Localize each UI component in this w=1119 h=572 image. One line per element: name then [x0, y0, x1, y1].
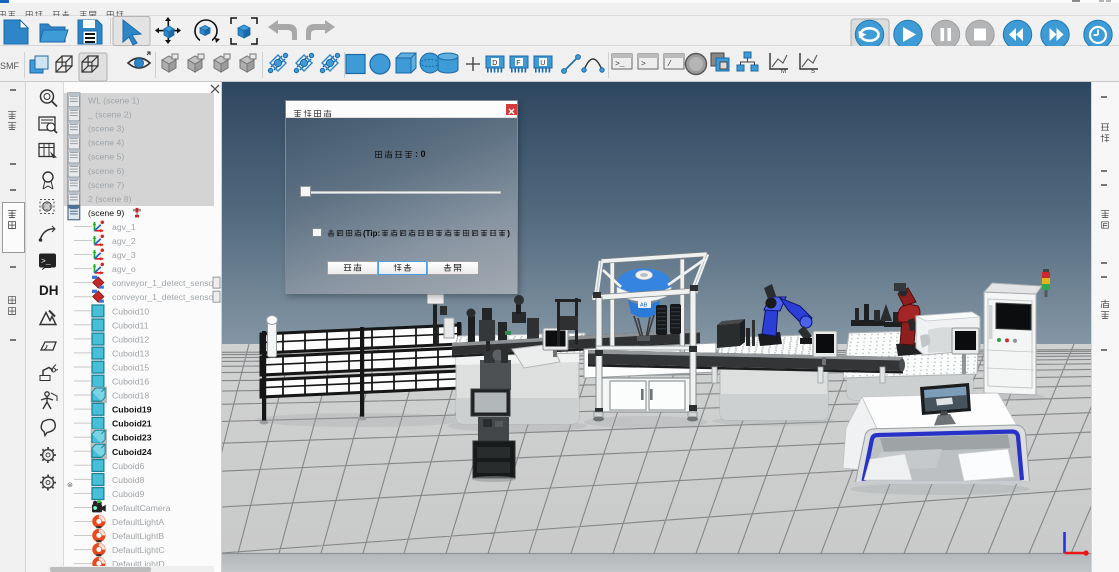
svg-text:Cuboid21: Cuboid21 [112, 419, 152, 429]
svg-text:DefaultLightB: DefaultLightB [112, 531, 164, 541]
svg-text:Cuboid23: Cuboid23 [112, 433, 152, 443]
svg-text:Cuboid13: Cuboid13 [112, 348, 149, 358]
svg-text:(scene 7): (scene 7) [88, 180, 124, 190]
svg-text:⊜: ⊜ [67, 482, 73, 489]
svg-text:agv_1: agv_1 [112, 222, 136, 232]
svg-text:(scene 5): (scene 5) [88, 152, 124, 162]
svg-text:Cuboid15: Cuboid15 [112, 362, 149, 372]
svg-text:DefaultLightA: DefaultLightA [112, 517, 164, 527]
svg-text:(scene 4): (scene 4) [88, 138, 124, 148]
svg-text:D: D [492, 60, 497, 67]
svg-text:Cuboid11: Cuboid11 [112, 320, 149, 330]
svg-text:Cuboid19: Cuboid19 [112, 405, 152, 415]
svg-text:agv_3: agv_3 [112, 250, 136, 260]
svg-text:Cuboid8: Cuboid8 [112, 475, 145, 485]
svg-text:U: U [540, 60, 545, 67]
svg-text:Cuboid10: Cuboid10 [112, 306, 149, 316]
svg-text:(scene 3): (scene 3) [88, 124, 124, 134]
svg-text:conveyor_1_detect_sensor_3: conveyor_1_detect_sensor_3 [112, 292, 222, 302]
svg-text:WL (scene 1): WL (scene 1) [88, 96, 139, 106]
svg-text:agv_o: agv_o [112, 264, 136, 274]
svg-text:_ (scene 2): _ (scene 2) [87, 110, 132, 120]
svg-text:Cuboid18: Cuboid18 [112, 391, 149, 401]
svg-text:agv_2: agv_2 [112, 236, 136, 246]
svg-text:Cuboid6: Cuboid6 [112, 461, 145, 471]
svg-text:F: F [516, 60, 520, 67]
svg-text:Cuboid12: Cuboid12 [112, 334, 149, 344]
svg-text:>_: >_ [41, 258, 51, 267]
svg-text:DH: DH [39, 283, 59, 298]
svg-text:(scene 9): (scene 9) [88, 208, 124, 218]
svg-text:>_: >_ [615, 60, 625, 69]
svg-text:2 (scene 8): 2 (scene 8) [88, 194, 132, 204]
svg-text:Cuboid24: Cuboid24 [112, 447, 152, 457]
svg-text:S: S [811, 69, 815, 75]
svg-text:AB: AB [640, 303, 648, 309]
svg-text:M: M [781, 69, 786, 75]
svg-text:Cuboid9: Cuboid9 [112, 489, 145, 499]
svg-text:DefaultLightC: DefaultLightC [112, 545, 165, 555]
svg-text:>: > [641, 60, 646, 69]
svg-text:(scene 6): (scene 6) [88, 166, 124, 176]
svg-text:SMF: SMF [0, 61, 20, 71]
svg-text:/: / [667, 60, 672, 69]
svg-text:Cuboid16: Cuboid16 [112, 377, 149, 387]
svg-text:DefaultCamera: DefaultCamera [112, 503, 171, 513]
svg-text:conveyor_1_detect_sensor_2: conveyor_1_detect_sensor_2 [112, 278, 222, 288]
